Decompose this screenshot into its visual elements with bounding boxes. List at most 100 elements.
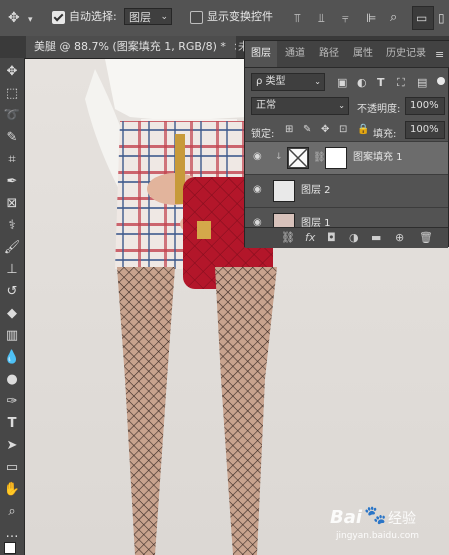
chevron-down-icon: ⌄ xyxy=(160,12,168,22)
link-icon[interactable]: ⛓ xyxy=(281,231,295,245)
show-transform-label: 显示变换控件 xyxy=(207,10,273,23)
auto-select-checkbox[interactable]: 自动选择: xyxy=(52,8,117,26)
lock-all-icon[interactable]: 🔒 xyxy=(357,122,369,138)
search-icon[interactable]: ⌕ xyxy=(390,10,397,26)
tab-properties[interactable]: 属性 xyxy=(347,41,379,67)
options-bar: ✥ ▾ 自动选择: 图层 ⌄ 显示变换控件 ⫪ ⫫ ⫧ ⊫ ⌕ ▭ ▯ xyxy=(0,0,449,37)
zoom-tool[interactable]: ⌕ xyxy=(0,502,24,522)
eyedropper-tool[interactable]: ✒ xyxy=(0,172,24,192)
fill-value: 100% xyxy=(410,124,439,135)
align-vcenter-icon[interactable]: ⫫ xyxy=(318,10,325,26)
filter-adjustment-icon[interactable]: ◐ xyxy=(357,75,367,91)
chevron-down-icon[interactable]: ▾ xyxy=(28,12,33,28)
tools-panel: ✥ ⬚ ➰ ✎ ⌗ ✒ ⊠ ⚕ 🖌 ⊥ ↺ ◆ ▥ 💧 ● ✑ T ➤ ▭ ✋ … xyxy=(0,58,25,555)
eye-icon[interactable]: ◉ xyxy=(253,152,265,162)
eraser-tool[interactable]: ◆ xyxy=(0,304,24,324)
tab-paths[interactable]: 路径 xyxy=(313,41,345,67)
filter-smart-object-icon[interactable]: ▤ xyxy=(417,75,427,91)
mask-thumbnail[interactable] xyxy=(325,147,347,169)
fill-field[interactable]: 100% xyxy=(405,121,445,139)
baidu-watermark: Bai 🐾 经验 jingyan.baidu.com xyxy=(330,505,440,549)
workspace-button[interactable]: ▭ xyxy=(412,6,434,30)
filter-toggle-icon[interactable] xyxy=(437,77,445,85)
workspace-icon: ▭ xyxy=(416,11,428,25)
stamp-tool[interactable]: ⊥ xyxy=(0,260,24,280)
panel-tabs: 图层 通道 路径 属性 历史记录 ≡ xyxy=(245,41,449,68)
panel-menu-icon[interactable]: ≡ xyxy=(435,47,444,63)
dodge-tool[interactable]: ● xyxy=(0,370,24,390)
more-tools[interactable]: … xyxy=(0,524,24,544)
marquee-tool[interactable]: ⬚ xyxy=(0,84,24,104)
opacity-label: 不透明度: xyxy=(357,104,401,115)
watermark-suffix: 经验 xyxy=(388,511,416,527)
frame-icon: ⊠ xyxy=(6,196,18,211)
filter-type-icon[interactable]: T xyxy=(377,75,385,91)
tab-channels[interactable]: 通道 xyxy=(279,41,311,67)
layer-name: 图层 2 xyxy=(301,185,331,196)
ellipsis-icon: … xyxy=(5,526,19,541)
align-bottom-icon[interactable]: ⫧ xyxy=(342,10,349,26)
blur-tool[interactable]: 💧 xyxy=(0,348,24,368)
lock-artboard-icon[interactable]: ⊡ xyxy=(339,122,347,138)
watermark-url: jingyan.baidu.com xyxy=(336,531,420,541)
link-icon[interactable]: ⛓ xyxy=(313,152,326,163)
gradient-tool[interactable]: ▥ xyxy=(0,326,24,346)
chevron-down-icon: ⌄ xyxy=(338,101,345,110)
layer-2-thumbnail xyxy=(273,180,295,202)
opacity-field[interactable]: 100% xyxy=(405,97,445,115)
mask-icon[interactable]: ◘ xyxy=(327,231,336,245)
tab-history[interactable]: 历史记录 xyxy=(381,41,431,67)
tab-layers[interactable]: 图层 xyxy=(245,41,277,67)
background-color-swatch[interactable] xyxy=(4,542,16,554)
auto-select-dropdown[interactable]: 图层 ⌄ xyxy=(124,8,172,25)
layer-filter-dropdown[interactable]: ρ 类型 ⌄ xyxy=(251,73,325,91)
adjustment-icon[interactable]: ◑ xyxy=(349,231,359,245)
quick-select-icon: ✎ xyxy=(6,130,18,145)
healing-tool[interactable]: ⚕ xyxy=(0,216,24,236)
layer-row-pattern-fill[interactable]: ◉ ↓ ⛓ 图案填充 1 xyxy=(245,141,448,174)
fx-icon[interactable]: fx xyxy=(305,231,315,245)
filter-pixel-icon[interactable]: ▣ xyxy=(337,75,347,91)
path-select-tool[interactable]: ➤ xyxy=(0,436,24,456)
lock-pixels-icon[interactable]: ✎ xyxy=(303,122,311,138)
close-icon[interactable]: × xyxy=(233,40,236,53)
clip-arrow-icon: ↓ xyxy=(275,152,283,162)
move-tool[interactable]: ✥ xyxy=(0,62,24,82)
type-icon: T xyxy=(7,416,17,431)
lasso-tool[interactable]: ➰ xyxy=(0,106,24,126)
arrow-icon: ➤ xyxy=(6,438,18,453)
filter-shape-icon[interactable]: ⛶ xyxy=(397,75,405,91)
layer-row-layer-2[interactable]: ◉ 图层 2 xyxy=(245,174,448,207)
type-tool[interactable]: T xyxy=(0,414,24,434)
quick-select-tool[interactable]: ✎ xyxy=(0,128,24,148)
rectangle-icon: ▭ xyxy=(5,460,19,475)
document-tab[interactable]: 美腿 @ 88.7% (图案填充 1, RGB/8) * × xyxy=(26,36,236,58)
new-layer-icon[interactable]: ⊕ xyxy=(395,231,404,245)
shape-tool[interactable]: ▭ xyxy=(0,458,24,478)
blend-mode-dropdown[interactable]: 正常 ⌄ xyxy=(251,97,349,115)
pattern-thumbnail xyxy=(287,147,309,169)
layer-row-layer-1[interactable]: ◉ 图层 1 xyxy=(245,207,448,228)
checkbox-unchecked[interactable] xyxy=(190,10,203,24)
align-top-icon[interactable]: ⫪ xyxy=(294,10,301,26)
show-transform-checkbox[interactable]: 显示变换控件 xyxy=(190,8,273,26)
eye-icon[interactable]: ◉ xyxy=(253,185,265,195)
pen-tool[interactable]: ✑ xyxy=(0,392,24,412)
share-icon[interactable]: ▯ xyxy=(438,10,445,26)
dodge-icon: ● xyxy=(6,372,18,387)
hand-tool[interactable]: ✋ xyxy=(0,480,24,500)
move-tool-icon[interactable]: ✥ xyxy=(8,10,20,26)
lock-position-icon[interactable]: ✥ xyxy=(321,122,329,138)
brush-tool[interactable]: 🖌 xyxy=(0,238,24,258)
trash-icon[interactable]: 🗑 xyxy=(419,231,433,245)
bandage-icon: ⚕ xyxy=(8,218,16,233)
crop-tool[interactable]: ⌗ xyxy=(0,150,24,170)
align-left-icon[interactable]: ⊫ xyxy=(366,10,376,26)
lock-transparent-icon[interactable]: ⊞ xyxy=(285,122,293,138)
chevron-down-icon: ⌄ xyxy=(314,77,321,86)
checkbox-checked[interactable] xyxy=(52,10,65,24)
folder-icon[interactable]: ▬ xyxy=(371,231,381,245)
eraser-icon: ◆ xyxy=(7,306,17,321)
frame-tool[interactable]: ⊠ xyxy=(0,194,24,214)
history-brush-tool[interactable]: ↺ xyxy=(0,282,24,302)
